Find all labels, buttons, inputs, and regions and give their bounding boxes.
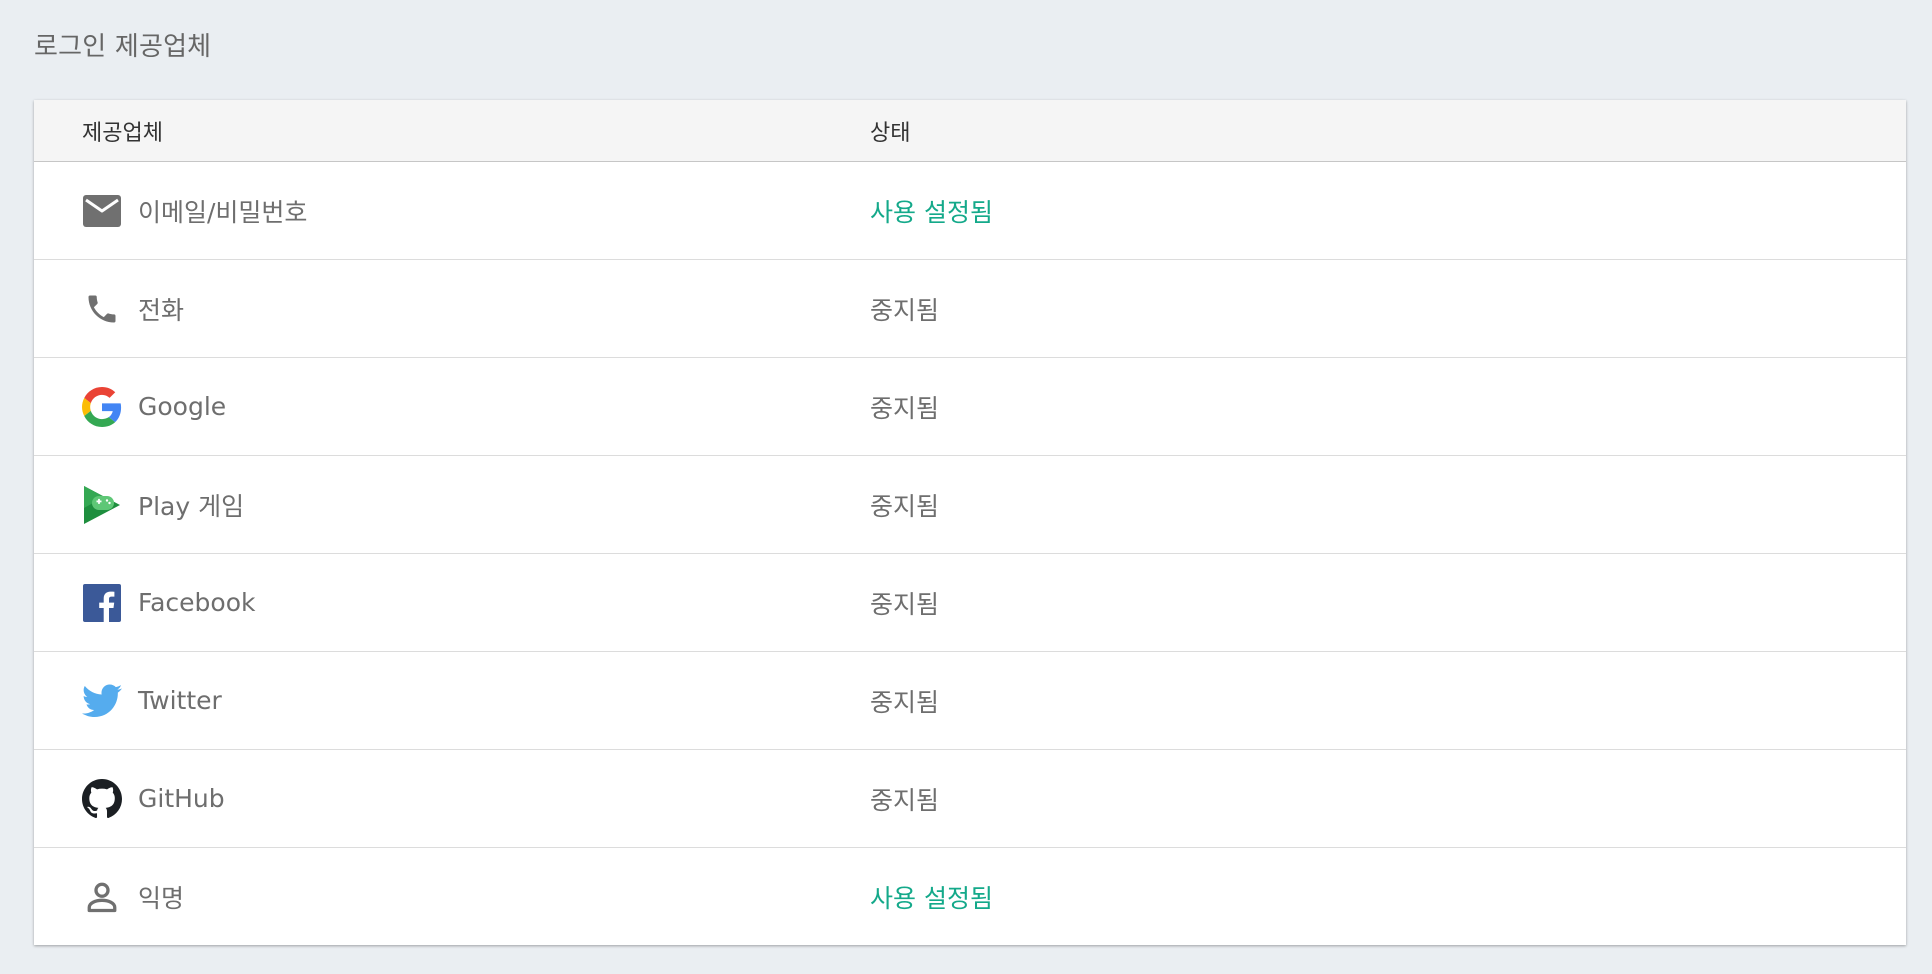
header-provider: 제공업체: [82, 120, 163, 146]
provider-name: 익명: [138, 883, 185, 913]
status-badge: 중지됨: [870, 393, 940, 423]
provider-name: Twitter: [138, 686, 222, 715]
anonymous-user-icon: [82, 877, 122, 917]
provider-row-anonymous[interactable]: 익명 사용 설정됨: [34, 848, 1906, 945]
status-badge: 사용 설정됨: [870, 883, 993, 913]
provider-row-phone[interactable]: 전화 중지됨: [34, 260, 1906, 358]
google-icon: [82, 386, 122, 427]
facebook-icon: [82, 583, 122, 623]
provider-name: GitHub: [138, 784, 225, 813]
table-header: 제공업체 상태: [34, 100, 1906, 162]
github-icon: [82, 778, 122, 819]
phone-icon: [82, 289, 122, 329]
email-icon: [82, 191, 122, 231]
twitter-icon: [82, 681, 122, 721]
section-title: 로그인 제공업체: [34, 32, 212, 62]
play-games-icon: [82, 485, 122, 525]
provider-name: Google: [138, 392, 227, 421]
provider-name: 이메일/비밀번호: [138, 197, 308, 227]
sign-in-providers-table: 제공업체 상태 이메일/비밀번호 사용 설정됨 전화 중지됨 Google 중지…: [34, 100, 1906, 945]
provider-row-email[interactable]: 이메일/비밀번호 사용 설정됨: [34, 162, 1906, 260]
provider-row-play-games[interactable]: Play 게임 중지됨: [34, 456, 1906, 554]
provider-row-facebook[interactable]: Facebook 중지됨: [34, 554, 1906, 652]
status-badge: 중지됨: [870, 589, 940, 619]
provider-row-twitter[interactable]: Twitter 중지됨: [34, 652, 1906, 750]
provider-row-github[interactable]: GitHub 중지됨: [34, 750, 1906, 848]
provider-row-google[interactable]: Google 중지됨: [34, 358, 1906, 456]
header-status: 상태: [870, 120, 911, 146]
provider-name: 전화: [138, 295, 185, 325]
provider-name: Play 게임: [138, 491, 245, 521]
provider-name: Facebook: [138, 588, 256, 617]
status-badge: 중지됨: [870, 491, 940, 521]
status-badge: 중지됨: [870, 785, 940, 815]
status-badge: 중지됨: [870, 687, 940, 717]
status-badge: 중지됨: [870, 295, 940, 325]
status-badge: 사용 설정됨: [870, 197, 993, 227]
